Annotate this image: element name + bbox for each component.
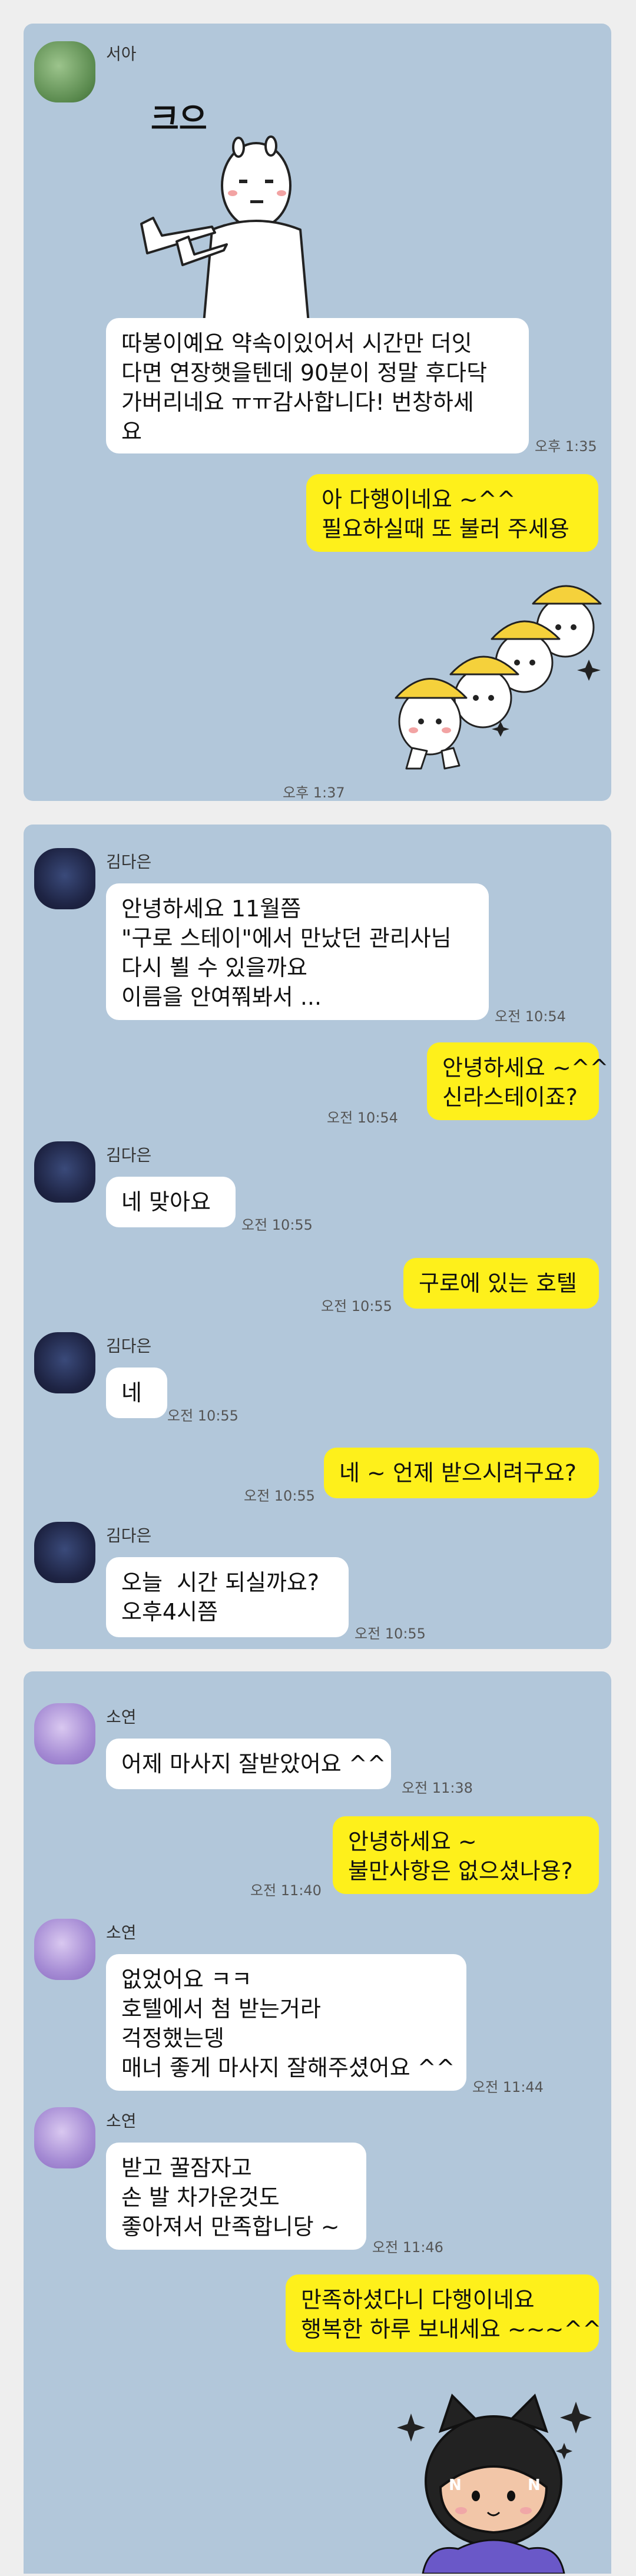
chat-panel-3: 소연 어제 마사지 잘받았어요 ^^ 오전 11:38 안녕하세요 ~ 불만사항… — [24, 1671, 611, 2575]
sender-name: 김다은 — [106, 1526, 152, 1545]
chat-panel-2: 김다은 안녕하세요 11월쯤 "구로 스테이"에서 만났던 관리사님 다시 뵐 … — [24, 825, 611, 1649]
sender-name: 소연 — [106, 1923, 137, 1942]
sender-name: 서아 — [106, 44, 137, 64]
avatar-kimdaeun[interactable] — [34, 1522, 95, 1583]
message-time: 오전 10:54 — [495, 1008, 566, 1025]
sender-name: 김다은 — [106, 1145, 152, 1165]
message-time: 오후 1:35 — [535, 438, 597, 455]
message-time: 오전 10:55 — [244, 1488, 315, 1504]
message-time: 오전 11:46 — [372, 2239, 443, 2256]
outgoing-message[interactable]: 아 다행이네요 ~^^ 필요하실때 또 불러 주세용 — [306, 474, 598, 552]
message-time: 오전 11:44 — [472, 2079, 544, 2095]
incoming-message[interactable]: 어제 마사지 잘받았어요 ^^ — [106, 1739, 391, 1789]
avatar-soyeon[interactable] — [34, 2107, 95, 2168]
chat-panel-1: 서아 크으 따봉이예요 약속이있어서 시간만 더잇 다면 연장햇을텐데 90분이… — [24, 24, 611, 801]
thumbs-up-sticker[interactable]: 크으 — [106, 82, 389, 330]
outgoing-message[interactable]: 만족하셨다니 다행이네요 행복한 하루 보내세요 ~~~^^ — [286, 2274, 601, 2352]
avatar-kimdaeun[interactable] — [34, 1141, 95, 1203]
cat-character-sticker[interactable]: N N — [387, 2378, 599, 2575]
sender-name: 김다은 — [106, 852, 152, 872]
message-time: 오전 10:55 — [355, 1625, 426, 1642]
message-time: 오전 10:55 — [241, 1217, 313, 1233]
message-time: 오전 10:54 — [327, 1110, 398, 1126]
incoming-message[interactable]: 오늘 시간 되실까요? 오후4시쯤 — [106, 1557, 349, 1637]
outgoing-message[interactable]: 네 ~ 언제 받으시려구요? — [324, 1448, 599, 1498]
message-time: 오전 10:55 — [321, 1298, 392, 1315]
sender-name: 소연 — [106, 1707, 137, 1727]
sender-name: 소연 — [106, 2111, 137, 2131]
message-time: 오전 10:55 — [167, 1408, 238, 1424]
incoming-message[interactable]: 받고 꿀잠자고 손 발 차가운것도 좋아져서 만족합니당 ~ — [106, 2143, 366, 2250]
sticker-time: 오후 1:37 — [283, 784, 345, 801]
incoming-message[interactable]: 네 — [106, 1368, 167, 1418]
incoming-message[interactable]: 안녕하세요 11월쯤 "구로 스테이"에서 만났던 관리사님 다시 뵐 수 있을… — [106, 883, 489, 1020]
avatar-soyeon[interactable] — [34, 1703, 95, 1764]
pineapple-cats-sticker[interactable] — [365, 571, 612, 772]
sender-name: 김다은 — [106, 1336, 152, 1356]
svg-text:N: N — [449, 2476, 462, 2494]
outgoing-message[interactable]: 안녕하세요 ~^^ 신라스테이죠? — [427, 1042, 608, 1120]
incoming-message[interactable]: 네 맞아요 — [106, 1177, 236, 1227]
avatar-kimdaeun[interactable] — [34, 848, 95, 909]
svg-text:N: N — [528, 2476, 541, 2494]
outgoing-message[interactable]: 안녕하세요 ~ 불만사항은 없으셨나용? — [333, 1816, 599, 1894]
message-time: 오전 11:38 — [402, 1780, 473, 1796]
avatar-soyeon[interactable] — [34, 1919, 95, 1980]
outgoing-message[interactable]: 구로에 있는 호텔 — [403, 1258, 599, 1309]
avatar-kimdaeun[interactable] — [34, 1332, 95, 1393]
incoming-message[interactable]: 따봉이예요 약속이있어서 시간만 더잇 다면 연장햇을텐데 90분이 정말 후다… — [106, 318, 529, 453]
avatar-seoa[interactable] — [34, 41, 95, 102]
incoming-message[interactable]: 없었어요 ㅋㅋ 호텔에서 첨 받는거라 걱정했는뎅 매너 좋게 마사지 잘해주셨… — [106, 1954, 466, 2091]
message-time: 오전 11:40 — [250, 1882, 322, 1899]
